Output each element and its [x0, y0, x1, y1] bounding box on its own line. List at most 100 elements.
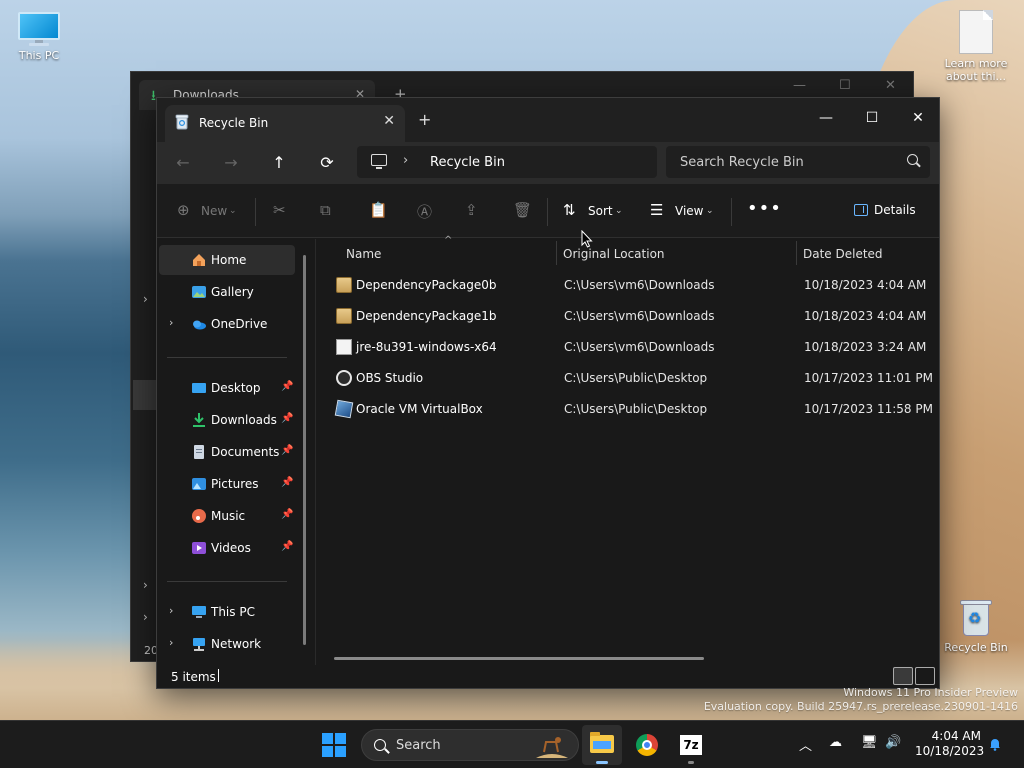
up-button[interactable]: ↑ [265, 150, 293, 176]
close-button[interactable]: ✕ [895, 104, 941, 132]
sidebar-item-gallery[interactable]: Gallery [159, 277, 295, 307]
sidebar-item-videos[interactable]: Videos 📌 [159, 533, 295, 563]
show-hidden-icons-chevron-icon[interactable]: ︿ [799, 735, 812, 754]
view-button[interactable]: View [675, 204, 703, 218]
network-tray-icon[interactable]: 🖥 [861, 735, 878, 750]
file-list[interactable]: ^ Name Original Location Date Deleted De… [315, 235, 939, 665]
status-bar: 5 items [157, 665, 939, 688]
table-row[interactable]: OBS Studio C:\Users\Public\Desktop 10/17… [328, 364, 934, 392]
chevron-right-icon[interactable]: › [403, 153, 408, 168]
taskbar-search[interactable]: Search [361, 729, 579, 761]
rename-icon[interactable]: Ⓐ [417, 201, 432, 222]
pin-icon[interactable]: 📌 [281, 445, 293, 456]
minimize-button[interactable]: — [803, 104, 849, 132]
back-button[interactable]: ← [169, 150, 197, 176]
cut-icon[interactable]: ✂ [273, 201, 286, 219]
search-placeholder: Search Recycle Bin [680, 155, 804, 170]
recycle-bin-window[interactable]: Recycle Bin ✕ + — ☐ ✕ ← → ↑ ⟳ › Recycle … [156, 97, 940, 689]
sidebar-item-label: Desktop [211, 381, 261, 395]
chevron-right-icon[interactable]: › [169, 604, 173, 617]
tab-recycle-bin[interactable]: Recycle Bin ✕ [165, 105, 405, 142]
breadcrumb-location[interactable]: Recycle Bin [430, 155, 505, 170]
sidebar-item-network[interactable]: › Network [159, 629, 295, 659]
item-count: 5 items [171, 670, 216, 684]
share-icon[interactable]: ⇪ [465, 201, 478, 219]
pin-icon[interactable]: 📌 [281, 381, 293, 392]
column-header-original-location[interactable]: Original Location [563, 247, 665, 261]
address-bar[interactable]: › Recycle Bin [357, 146, 657, 178]
pin-icon[interactable]: 📌 [281, 509, 293, 520]
sidebar-item-desktop[interactable]: Desktop 📌 [159, 373, 295, 403]
table-row[interactable]: DependencyPackage0b C:\Users\vm6\Downloa… [328, 271, 934, 299]
sidebar-scrollbar[interactable] [303, 255, 306, 645]
chevron-right-icon[interactable]: › [169, 316, 173, 329]
column-resize-handle[interactable] [556, 241, 557, 265]
delete-icon[interactable]: 🗑 [513, 201, 532, 219]
sidebar-item-music[interactable]: Music 📌 [159, 501, 295, 531]
title-bar[interactable]: Recycle Bin ✕ + — ☐ ✕ [157, 98, 939, 142]
column-header-date-deleted[interactable]: Date Deleted [803, 247, 883, 261]
this-pc-icon[interactable] [371, 154, 387, 169]
volume-icon[interactable]: 🔊 [885, 735, 901, 750]
sidebar-item-downloads[interactable]: Downloads 📌 [159, 405, 295, 435]
minimize-icon[interactable]: — [793, 78, 806, 93]
search-box[interactable]: Search Recycle Bin [666, 146, 930, 178]
navigation-pane[interactable]: Home Gallery › OneDrive Desktop 📌 Downlo… [157, 239, 313, 665]
pin-icon[interactable]: 📌 [281, 541, 293, 552]
paste-icon[interactable]: 📋 [369, 201, 388, 219]
pin-icon[interactable]: 📌 [281, 477, 293, 488]
table-row[interactable]: jre-8u391-windows-x64 C:\Users\vm6\Downl… [328, 333, 934, 361]
close-tab-icon[interactable]: ✕ [383, 113, 395, 129]
new-tab-button[interactable]: + [418, 110, 431, 129]
desktop-icon-recycle-bin[interactable]: ♻ Recycle Bin [936, 598, 1016, 654]
sidebar-item-home[interactable]: Home [159, 245, 295, 275]
active-indicator [596, 761, 608, 764]
close-icon[interactable]: ✕ [885, 78, 896, 93]
table-row[interactable]: DependencyPackage1b C:\Users\vm6\Downloa… [328, 302, 934, 330]
table-row[interactable]: Oracle VM VirtualBox C:\Users\Public\Des… [328, 395, 934, 423]
sidebar-item-this-pc[interactable]: › This PC [159, 597, 295, 627]
new-button[interactable]: New [201, 204, 227, 218]
maximize-button[interactable]: ☐ [849, 104, 895, 132]
maximize-icon[interactable]: ☐ [839, 78, 851, 93]
clock-date: 10/18/2023 [915, 744, 985, 758]
virtualbox-icon [334, 399, 354, 419]
forward-button[interactable]: → [217, 150, 245, 176]
desktop-icon-learn-more[interactable]: Learn more about thi... [936, 10, 1016, 83]
taskbar-7zip[interactable]: 7z [671, 725, 711, 765]
taskbar-file-explorer[interactable] [582, 725, 622, 765]
sidebar-item-pictures[interactable]: Pictures 📌 [159, 469, 295, 499]
chevron-down-icon: ⌄ [229, 206, 237, 216]
search-icon[interactable] [907, 154, 918, 165]
details-label: Details [874, 203, 916, 217]
column-resize-handle[interactable] [796, 241, 797, 265]
taskbar-chrome[interactable] [627, 725, 667, 765]
sidebar-item-label: This PC [211, 605, 255, 619]
recycle-bin-icon [175, 114, 189, 130]
onedrive-tray-icon[interactable]: ☁ [829, 735, 842, 750]
sidebar-item-label: Pictures [211, 477, 259, 491]
downloads-icon [193, 413, 205, 427]
column-header-name[interactable]: Name [346, 247, 381, 261]
refresh-button[interactable]: ⟳ [313, 150, 341, 176]
sort-button[interactable]: Sort [588, 204, 613, 218]
chevron-right-icon[interactable]: › [143, 610, 148, 624]
start-button[interactable] [322, 733, 346, 757]
system-clock[interactable]: 4:04 AM 10/18/2023 [915, 729, 985, 759]
more-options-button[interactable]: ••• [747, 198, 782, 219]
chevron-right-icon[interactable]: › [143, 578, 148, 592]
details-button[interactable]: Details [854, 203, 916, 217]
desktop-icon-this-pc[interactable]: This PC [0, 12, 78, 62]
sidebar-item-documents[interactable]: Documents 📌 [159, 437, 295, 467]
chevron-right-icon[interactable]: › [143, 292, 148, 306]
horizontal-scrollbar[interactable] [334, 657, 704, 660]
notification-bell-icon[interactable] [988, 737, 1002, 751]
details-view-button[interactable] [893, 667, 913, 685]
file-date-deleted: 10/17/2023 11:58 PM [804, 402, 933, 416]
copy-icon[interactable]: ⧉ [320, 201, 331, 219]
chevron-right-icon[interactable]: › [169, 636, 173, 649]
tiles-view-button[interactable] [915, 667, 935, 685]
file-date-deleted: 10/18/2023 4:04 AM [804, 278, 927, 292]
pin-icon[interactable]: 📌 [281, 413, 293, 424]
sidebar-item-onedrive[interactable]: › OneDrive [159, 309, 295, 339]
